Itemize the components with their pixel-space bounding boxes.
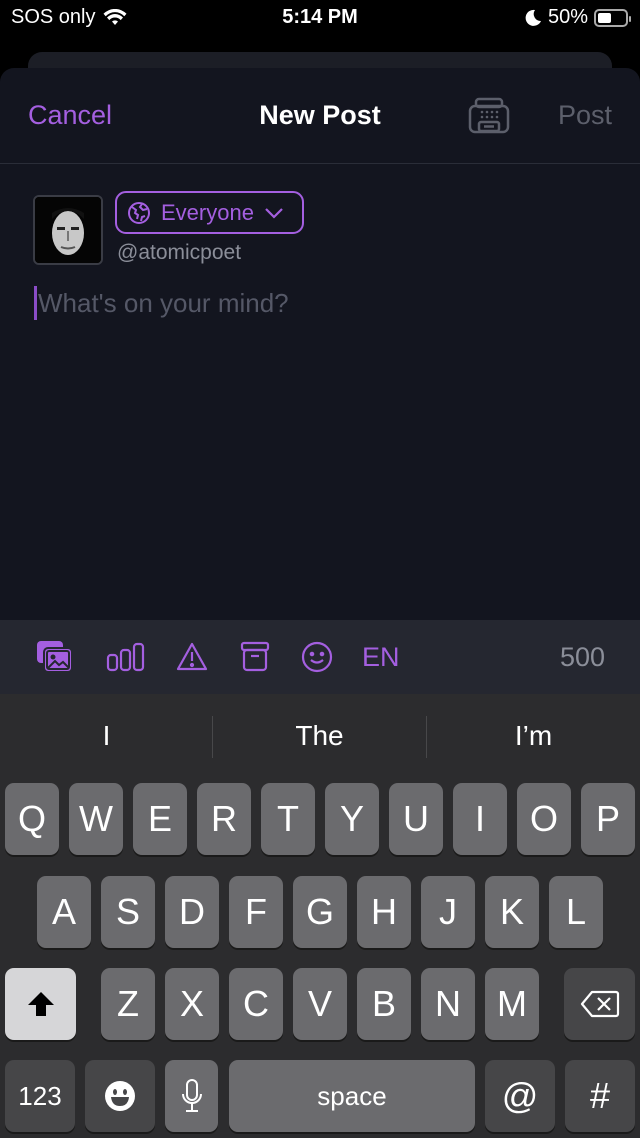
dictation-key[interactable] [165,1060,218,1132]
content-warning-button[interactable] [176,638,208,676]
key-q[interactable]: Q [5,783,59,855]
key-w[interactable]: W [69,783,123,855]
key-s[interactable]: S [101,876,155,948]
battery-icon [594,8,631,27]
key-k[interactable]: K [485,876,539,948]
visibility-selector[interactable]: Everyone [115,191,304,234]
status-bar: SOS only 5:14 PM 50% [0,0,640,40]
status-right: 50% [524,6,631,29]
content-warning-icon [176,642,208,671]
drafts-button[interactable] [467,96,511,136]
archive-icon [240,641,270,672]
compose-sheet: Cancel New Post Post Everyone @atomicpoe… [0,68,640,620]
visibility-label: Everyone [161,199,254,225]
character-count: 500 [559,642,605,672]
key-y[interactable]: Y [325,783,379,855]
globe-icon [128,201,150,224]
microphone-icon [181,1079,202,1112]
nav-bar: Cancel New Post Post [0,68,640,164]
key-j[interactable]: J [421,876,475,948]
archive-button[interactable] [240,638,270,676]
delete-key[interactable] [564,968,635,1040]
poll-button[interactable] [106,638,146,676]
key-l[interactable]: L [549,876,603,948]
key-b[interactable]: B [357,968,411,1040]
at-key[interactable]: @ [485,1060,555,1132]
key-x[interactable]: X [165,968,219,1040]
key-h[interactable]: H [357,876,411,948]
compose-toolbar: EN 500 [0,620,640,694]
language-button[interactable]: EN [362,642,400,673]
key-a[interactable]: A [37,876,91,948]
key-t[interactable]: T [261,783,315,855]
battery-percent: 50% [547,6,588,28]
space-key[interactable]: space [229,1060,475,1132]
key-n[interactable]: N [421,968,475,1040]
emoji-icon [301,641,333,673]
key-c[interactable]: C [229,968,283,1040]
suggestion-bar: I The I’m [0,694,640,780]
suggestion-item[interactable]: I’m [427,720,640,752]
moon-icon [525,9,541,26]
post-placeholder: What's on your mind? [38,287,289,318]
emoji-keyboard-icon [105,1081,135,1111]
key-e[interactable]: E [133,783,187,855]
emoji-key[interactable] [85,1060,155,1132]
username: @atomicpoet [117,241,242,264]
poll-icon [106,642,145,672]
numbers-key[interactable]: 123 [5,1060,75,1132]
avatar [33,195,103,265]
emoji-button[interactable] [300,638,334,676]
backspace-icon [580,990,619,1018]
cancel-button[interactable]: Cancel [28,100,112,131]
media-button[interactable] [36,638,74,676]
key-u[interactable]: U [389,783,443,855]
key-g[interactable]: G [293,876,347,948]
key-r[interactable]: R [197,783,251,855]
post-text-input[interactable]: What's on your mind? [34,286,289,320]
chevron-down-icon [265,207,283,219]
avatar-image [35,197,101,263]
text-caret [34,286,37,320]
key-p[interactable]: P [581,783,635,855]
hash-key[interactable]: # [565,1060,635,1132]
keyboard: I The I’m QWERTYUIOP ASDFGHJKL ZXCVBNM 1… [0,694,640,1138]
key-m[interactable]: M [485,968,539,1040]
media-icon [37,641,73,673]
drafts-icon [468,97,510,134]
battery-fill [598,12,611,23]
key-o[interactable]: O [517,783,571,855]
shift-icon [27,992,54,1016]
key-d[interactable]: D [165,876,219,948]
key-i[interactable]: I [453,783,507,855]
shift-key[interactable] [5,968,76,1040]
key-f[interactable]: F [229,876,283,948]
post-button[interactable]: Post [558,100,612,131]
suggestion-item[interactable]: I [0,720,213,752]
suggestion-item[interactable]: The [213,720,426,752]
key-v[interactable]: V [293,968,347,1040]
key-z[interactable]: Z [101,968,155,1040]
